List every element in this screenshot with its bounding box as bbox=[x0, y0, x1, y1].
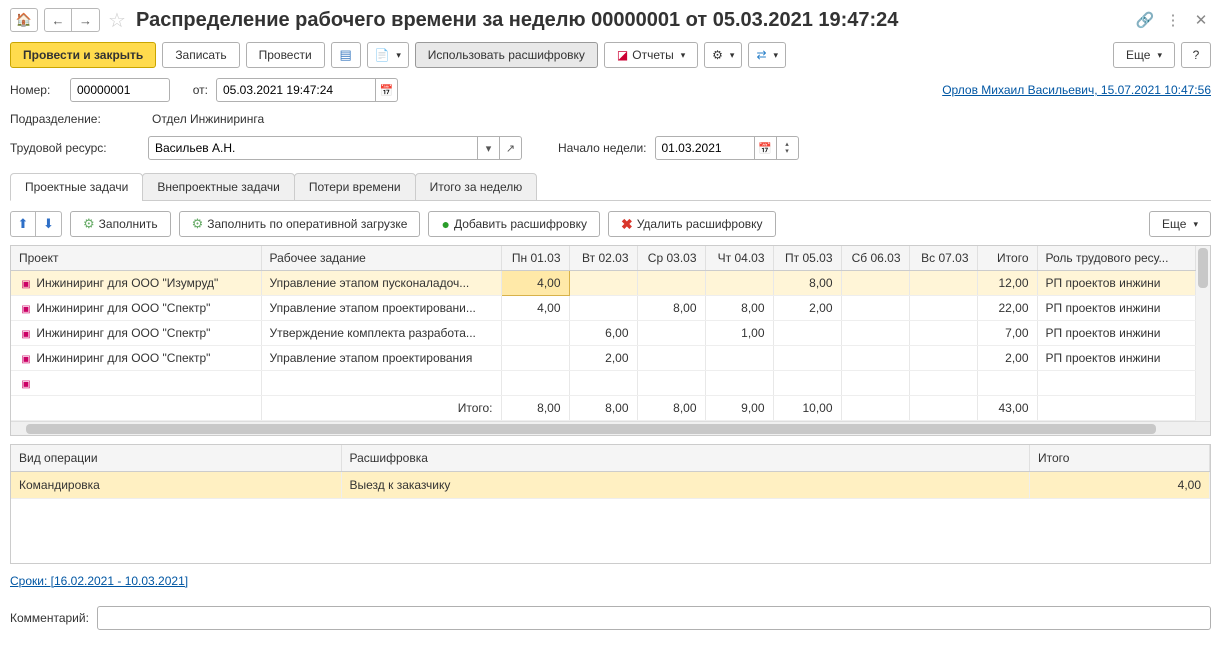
tab-week-total[interactable]: Итого за неделю bbox=[415, 173, 538, 201]
kebab-menu-icon[interactable]: ⋮ bbox=[1163, 11, 1183, 29]
delete-decode-button[interactable]: ✖Удалить расшифровку bbox=[608, 211, 776, 237]
col-sat[interactable]: Сб 06.03 bbox=[841, 246, 909, 271]
comment-label: Комментарий: bbox=[10, 611, 89, 625]
table-row[interactable]: ▣ Инжиниринг для ООО "Спектр"Утверждение… bbox=[11, 321, 1196, 346]
footer-total: 43,00 bbox=[977, 396, 1037, 421]
dcol-operation[interactable]: Вид операции bbox=[11, 445, 341, 472]
window-title: Распределение рабочего времени за неделю… bbox=[134, 9, 1129, 32]
table-row[interactable]: ▣ Инжиниринг для ООО "Изумруд"Управление… bbox=[11, 271, 1196, 296]
col-mon[interactable]: Пн 01.03 bbox=[501, 246, 569, 271]
doc-row-icon: ▣ bbox=[19, 304, 33, 315]
terms-link[interactable]: Сроки: [16.02.2021 - 10.03.2021] bbox=[10, 574, 1211, 588]
fill-button[interactable]: ⚙Заполнить bbox=[70, 211, 171, 237]
fill-by-load-label: Заполнить по оперативной загрузке bbox=[207, 217, 407, 231]
resource-label: Трудовой ресурс: bbox=[10, 141, 140, 155]
comment-input[interactable] bbox=[97, 606, 1211, 630]
footer-sun bbox=[909, 396, 977, 421]
help-button[interactable]: ? bbox=[1181, 42, 1211, 68]
create-based-on-button[interactable]: 📄▾ bbox=[367, 42, 409, 68]
footer-thu: 9,00 bbox=[705, 396, 773, 421]
number-input[interactable] bbox=[70, 78, 170, 102]
decode-total: 4,00 bbox=[1030, 472, 1210, 499]
add-decode-button[interactable]: ●Добавить расшифровку bbox=[428, 211, 600, 237]
document-list-icon[interactable]: ▤ bbox=[331, 42, 361, 68]
col-wed[interactable]: Ср 03.03 bbox=[637, 246, 705, 271]
tab-time-losses[interactable]: Потери времени bbox=[294, 173, 416, 201]
department-value: Отдел Инжиниринга bbox=[148, 112, 268, 126]
settings-icon-button[interactable]: ⚙▾ bbox=[704, 42, 742, 68]
col-thu[interactable]: Чт 04.03 bbox=[705, 246, 773, 271]
fill-by-load-button[interactable]: ⚙Заполнить по оперативной загрузке bbox=[179, 211, 421, 237]
table-row[interactable]: ▣ Инжиниринг для ООО "Спектр"Управление … bbox=[11, 296, 1196, 321]
footer-fri: 10,00 bbox=[773, 396, 841, 421]
footer-tue: 8,00 bbox=[569, 396, 637, 421]
dcol-total[interactable]: Итого bbox=[1030, 445, 1210, 472]
col-project[interactable]: Проект bbox=[11, 246, 261, 271]
department-label: Подразделение: bbox=[10, 112, 140, 126]
grid-more-label: Еще bbox=[1162, 217, 1186, 231]
more-button[interactable]: Еще▾ bbox=[1113, 42, 1175, 68]
author-link[interactable]: Орлов Михаил Васильевич, 15.07.2021 10:4… bbox=[942, 83, 1211, 97]
tab-project-tasks[interactable]: Проектные задачи bbox=[10, 173, 143, 201]
horizontal-scrollbar[interactable] bbox=[11, 421, 1210, 435]
decode-desc: Выезд к заказчику bbox=[341, 472, 1030, 499]
table-row-empty[interactable]: ▣ bbox=[11, 371, 1196, 396]
home-button[interactable]: 🏠 bbox=[10, 8, 38, 32]
doc-row-icon: ▣ bbox=[19, 354, 33, 365]
add-decode-label: Добавить расшифровку bbox=[454, 217, 587, 231]
use-decode-button[interactable]: Использовать расшифровку bbox=[415, 42, 598, 68]
col-fri[interactable]: Пт 05.03 bbox=[773, 246, 841, 271]
decode-row[interactable]: Командировка Выезд к заказчику 4,00 bbox=[11, 472, 1210, 499]
del-decode-label: Удалить расшифровку bbox=[637, 217, 763, 231]
week-start-input[interactable] bbox=[655, 136, 755, 160]
dcol-decode[interactable]: Расшифровка bbox=[341, 445, 1030, 472]
footer-mon: 8,00 bbox=[501, 396, 569, 421]
chevron-down-icon[interactable]: ▾ bbox=[478, 136, 500, 160]
footer-wed: 8,00 bbox=[637, 396, 705, 421]
col-tue[interactable]: Вт 02.03 bbox=[569, 246, 637, 271]
forward-button[interactable]: → bbox=[72, 8, 100, 32]
date-input[interactable] bbox=[216, 78, 376, 102]
link-icon[interactable]: 🔗 bbox=[1135, 11, 1155, 29]
post-and-close-button[interactable]: Провести и закрыть bbox=[10, 42, 156, 68]
calendar-icon[interactable]: 📅 bbox=[376, 78, 398, 102]
from-label: от: bbox=[178, 83, 208, 97]
open-ref-icon[interactable]: ↗ bbox=[500, 136, 522, 160]
decode-op: Командировка bbox=[11, 472, 341, 499]
export-icon-button[interactable]: ⇄▾ bbox=[748, 42, 786, 68]
week-start-label: Начало недели: bbox=[558, 141, 647, 155]
resource-input[interactable] bbox=[148, 136, 478, 160]
col-sun[interactable]: Вс 07.03 bbox=[909, 246, 977, 271]
decode-grid[interactable]: Вид операции Расшифровка Итого Командиро… bbox=[11, 445, 1210, 499]
doc-row-icon: ▣ bbox=[19, 279, 33, 290]
tab-bar: Проектные задачи Внепроектные задачи Пот… bbox=[10, 172, 1211, 201]
move-down-button[interactable]: ⬇ bbox=[36, 211, 62, 237]
col-total[interactable]: Итого bbox=[977, 246, 1037, 271]
favorite-star-icon[interactable]: ☆ bbox=[106, 9, 128, 31]
fill-label: Заполнить bbox=[99, 217, 158, 231]
close-icon[interactable]: ✕ bbox=[1191, 11, 1211, 29]
move-up-button[interactable]: ⬆ bbox=[10, 211, 36, 237]
calendar-icon[interactable]: 📅 bbox=[755, 136, 777, 160]
col-task[interactable]: Рабочее задание bbox=[261, 246, 501, 271]
back-button[interactable]: ← bbox=[44, 8, 72, 32]
reports-label: Отчеты bbox=[632, 48, 673, 62]
more-label: Еще bbox=[1126, 48, 1150, 62]
doc-row-icon: ▣ bbox=[19, 329, 33, 340]
footer-label: Итого: bbox=[261, 396, 501, 421]
vertical-scrollbar[interactable] bbox=[1196, 246, 1210, 421]
footer-sat bbox=[841, 396, 909, 421]
table-row[interactable]: ▣ Инжиниринг для ООО "Спектр"Управление … bbox=[11, 346, 1196, 371]
save-button[interactable]: Записать bbox=[162, 42, 239, 68]
spinner-icon[interactable]: ▴▾ bbox=[777, 136, 799, 160]
grid-more-button[interactable]: Еще▾ bbox=[1149, 211, 1211, 237]
reports-button[interactable]: ◪Отчеты▾ bbox=[604, 42, 698, 68]
tab-nonproject-tasks[interactable]: Внепроектные задачи bbox=[142, 173, 295, 201]
tasks-grid[interactable]: Проект Рабочее задание Пн 01.03 Вт 02.03… bbox=[11, 246, 1196, 421]
post-button[interactable]: Провести bbox=[246, 42, 325, 68]
number-label: Номер: bbox=[10, 83, 62, 97]
col-role[interactable]: Роль трудового ресу... bbox=[1037, 246, 1196, 271]
